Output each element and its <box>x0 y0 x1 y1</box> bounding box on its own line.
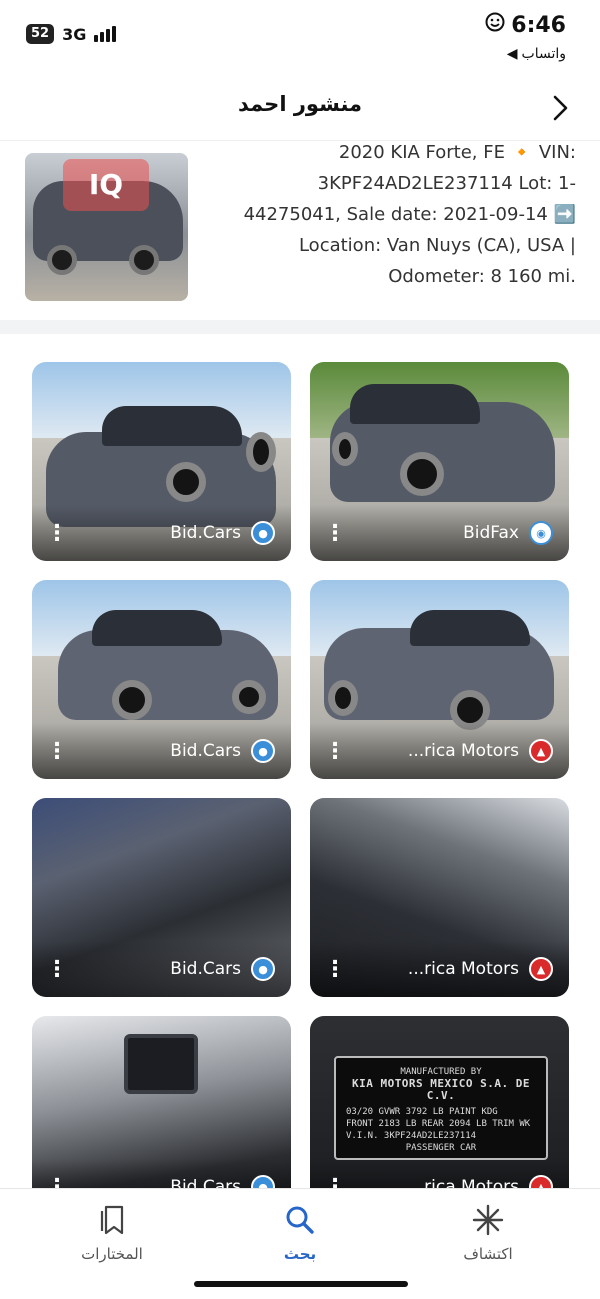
sticker-line: 03/20 GVWR 3792 LB PAINT KDG <box>346 1107 498 1117</box>
gallery-tile[interactable]: ⋮ BidFax ◉ <box>310 362 569 561</box>
page-title: منشور احمد <box>237 92 363 116</box>
more-options-icon[interactable]: ⋮ <box>46 957 68 982</box>
bidcars-icon: ● <box>251 521 275 545</box>
source-label: Bid.Cars <box>170 959 241 979</box>
tile-caption: ⋮ Bid.Cars ● <box>32 941 291 997</box>
tile-caption: ⋮ BidFax ◉ <box>310 505 569 561</box>
sticker-line: FRONT 2183 LB REAR 2094 LB TRIM WK <box>346 1119 531 1129</box>
sparkle-icon <box>428 1203 548 1237</box>
status-bar: 52 3G 6:46 ◀ واتساب <box>0 0 600 70</box>
clock: 6:46 <box>511 12 566 38</box>
post-text-line: 44275041, Sale date: 2021-09-14 ➡️ <box>243 204 576 225</box>
vin-sticker: MANUFACTURED BY KIA MOTORS MEXICO S.A. D… <box>334 1056 548 1160</box>
post-thumbnail[interactable]: IQ <box>25 153 188 301</box>
bidcars-icon: ● <box>251 957 275 981</box>
sticker-maker: KIA MOTORS MEXICO S.A. DE C.V. <box>351 1077 531 1102</box>
battery-indicator: 52 <box>26 24 55 44</box>
app-header: منشور احمد <box>0 76 600 140</box>
signal-icon <box>94 26 117 42</box>
tile-caption: ⋮ Bid.Cars ● <box>32 505 291 561</box>
gallery-tile[interactable]: MANUFACTURED BY KIA MOTORS MEXICO S.A. D… <box>310 1016 569 1215</box>
gallery-tile[interactable]: ⋮ Bid.Cars ● <box>32 362 291 561</box>
post-text-line: Odometer: 8 160 mi. <box>388 266 576 287</box>
bookmark-icon <box>52 1203 172 1237</box>
network-type: 3G <box>62 24 87 44</box>
nav-label: اكتشاف <box>463 1245 513 1263</box>
post-text-line: 2020 KIA Forte, FE 🔸 VIN: <box>338 142 576 163</box>
nav-search[interactable]: بحث <box>240 1203 360 1263</box>
chevron-right-icon <box>553 95 568 121</box>
back-button[interactable] <box>546 94 574 122</box>
america-motors-icon: ▲ <box>529 957 553 981</box>
nav-favorites[interactable]: المختارات <box>52 1203 172 1263</box>
gallery-tile[interactable]: ⋮ Bid.Cars ● <box>32 1016 291 1215</box>
sticker-line: PASSENGER CAR <box>405 1143 477 1153</box>
back-to-app-link[interactable]: ◀ واتساب <box>507 46 566 62</box>
back-triangle-icon: ◀ <box>506 46 518 62</box>
source-label: ...rica Motors <box>407 741 519 761</box>
sticker-line: V.I.N. 3KPF24AD2LE237114 <box>346 1131 477 1141</box>
search-icon <box>240 1203 360 1237</box>
home-indicator[interactable] <box>194 1281 408 1287</box>
source-label: Bid.Cars <box>170 523 241 543</box>
gallery-tile[interactable]: ⋮ Bid.Cars ● <box>32 798 291 997</box>
tile-caption: ⋮ Bid.Cars ● <box>32 723 291 779</box>
tile-caption: ⋮ ...rica Motors ▲ <box>310 941 569 997</box>
nav-explore[interactable]: اكتشاف <box>428 1203 548 1263</box>
source-label: BidFax <box>463 523 519 543</box>
nav-label: المختارات <box>81 1245 143 1263</box>
source-label: Bid.Cars <box>170 741 241 761</box>
more-options-icon[interactable]: ⋮ <box>324 521 346 546</box>
america-motors-icon: ▲ <box>529 739 553 763</box>
watermark-logo: IQ <box>63 159 149 211</box>
post-text-line: 3KPF24AD2LE237114 Lot: 1- <box>317 173 576 194</box>
more-options-icon[interactable]: ⋮ <box>46 521 68 546</box>
status-left: 52 3G <box>26 24 117 44</box>
back-to-app-label: واتساب <box>521 46 566 62</box>
gallery-tile[interactable]: ⋮ ...rica Motors ▲ <box>310 798 569 997</box>
focus-mode-icon <box>485 12 505 38</box>
tile-caption: ⋮ ...rica Motors ▲ <box>310 723 569 779</box>
post-summary: IQ 2020 KIA Forte, FE 🔸 VIN: 3KPF24AD2LE… <box>0 140 600 320</box>
section-divider <box>0 320 600 334</box>
gallery-tile[interactable]: ⋮ ...rica Motors ▲ <box>310 580 569 779</box>
gallery-tile[interactable]: ⋮ Bid.Cars ● <box>32 580 291 779</box>
post-text: 2020 KIA Forte, FE 🔸 VIN: 3KPF24AD2LE237… <box>210 141 576 292</box>
bidcars-icon: ● <box>251 739 275 763</box>
more-options-icon[interactable]: ⋮ <box>324 957 346 982</box>
status-right: 6:46 <box>485 12 566 38</box>
source-label: ...rica Motors <box>407 959 519 979</box>
post-text-line: Location: Van Nuys (CA), USA | <box>298 235 576 256</box>
nav-label: بحث <box>283 1245 317 1263</box>
bidfax-icon: ◉ <box>529 521 553 545</box>
more-options-icon[interactable]: ⋮ <box>46 739 68 764</box>
more-options-icon[interactable]: ⋮ <box>324 739 346 764</box>
